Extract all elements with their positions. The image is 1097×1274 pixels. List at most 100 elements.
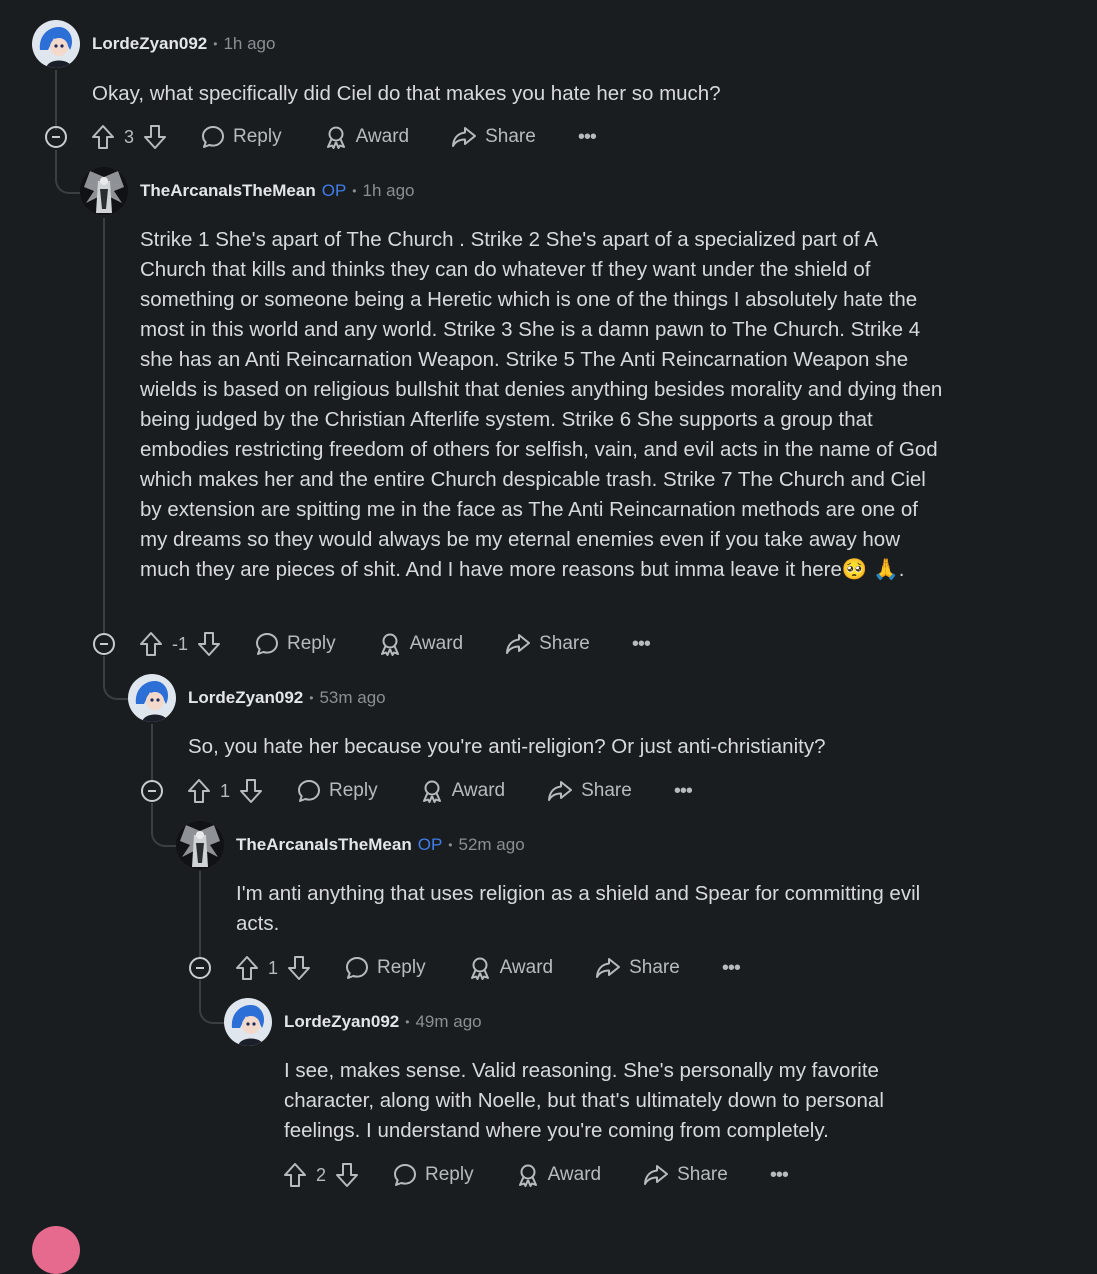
separator-dot: •	[309, 691, 314, 705]
separator-dot: •	[352, 184, 357, 198]
more-icon[interactable]: •••	[770, 1164, 789, 1187]
praying-emoji: 🙏	[873, 558, 899, 581]
award-icon	[468, 956, 492, 980]
upvote-icon[interactable]	[283, 1162, 307, 1188]
comment-thread: LordeZyan092 • 1h ago Okay, what specifi…	[0, 0, 1097, 1274]
reply-icon	[393, 1163, 417, 1187]
comment-text: Strike 1 She's apart of The Church . Str…	[140, 228, 943, 581]
upvote-icon[interactable]	[235, 955, 259, 981]
reply-button[interactable]: Reply	[255, 632, 336, 656]
award-label: Award	[547, 1164, 602, 1185]
reply-label: Reply	[287, 633, 336, 654]
comment-actions: 2 Reply Award Share •••	[283, 1160, 789, 1190]
share-button[interactable]: Share	[547, 779, 632, 803]
downvote-icon[interactable]	[287, 955, 311, 981]
username[interactable]: LordeZyan092	[284, 1012, 399, 1032]
collapse-icon[interactable]	[93, 633, 115, 655]
more-icon[interactable]: •••	[674, 780, 693, 803]
avatar[interactable]	[224, 998, 272, 1046]
thread-line	[103, 218, 105, 634]
username[interactable]: TheArcanaIsTheMean	[140, 181, 316, 201]
thread-line	[151, 724, 153, 782]
thread-elbow	[199, 980, 227, 1024]
award-button[interactable]: Award	[324, 125, 410, 149]
collapse-icon[interactable]	[189, 957, 211, 979]
comment-actions: 3 Reply Award Share •••	[91, 122, 597, 152]
share-button[interactable]: Share	[451, 125, 536, 149]
vote-score: 3	[124, 126, 135, 147]
username[interactable]: LordeZyan092	[188, 688, 303, 708]
comment-body: I'm anti anything that uses religion as …	[236, 882, 921, 935]
award-label: Award	[451, 780, 506, 801]
award-button[interactable]: Award	[420, 779, 506, 803]
share-button[interactable]: Share	[643, 1163, 728, 1187]
username[interactable]: TheArcanaIsTheMean	[236, 835, 412, 855]
avatar[interactable]	[32, 20, 80, 68]
comment-header: TheArcanaIsTheMean OP • 52m ago	[176, 821, 525, 869]
downvote-icon[interactable]	[335, 1162, 359, 1188]
share-label: Share	[539, 633, 590, 654]
reply-label: Reply	[377, 957, 426, 978]
vote-score: 1	[268, 957, 279, 978]
separator-dot: •	[448, 838, 453, 852]
timestamp[interactable]: 1h ago	[223, 34, 275, 54]
timestamp[interactable]: 53m ago	[319, 688, 385, 708]
comment-actions: 1 Reply Award Share •••	[235, 953, 741, 983]
username[interactable]: LordeZyan092	[92, 34, 207, 54]
downvote-icon[interactable]	[143, 124, 167, 150]
award-button[interactable]: Award	[378, 632, 464, 656]
avatar[interactable]	[176, 821, 224, 869]
collapse-icon[interactable]	[45, 126, 67, 148]
award-icon	[378, 632, 402, 656]
avatar[interactable]	[32, 1226, 80, 1274]
share-icon	[595, 956, 621, 980]
award-label: Award	[409, 633, 464, 654]
reply-label: Reply	[233, 126, 282, 147]
thread-line	[199, 871, 201, 959]
more-icon[interactable]: •••	[632, 633, 651, 656]
timestamp[interactable]: 49m ago	[415, 1012, 481, 1032]
comment-header: LordeZyan092 • 49m ago	[224, 998, 482, 1046]
reply-icon	[345, 956, 369, 980]
vote-score: 1	[220, 780, 231, 801]
upvote-icon[interactable]	[187, 778, 211, 804]
reply-icon	[201, 125, 225, 149]
vote-group: 3	[91, 124, 167, 150]
award-icon	[324, 125, 348, 149]
upvote-icon[interactable]	[139, 631, 163, 657]
avatar[interactable]	[128, 674, 176, 722]
collapse-icon[interactable]	[141, 780, 163, 802]
downvote-icon[interactable]	[239, 778, 263, 804]
award-button[interactable]: Award	[468, 956, 553, 980]
share-button[interactable]: Share	[505, 632, 590, 656]
reply-button[interactable]: Reply	[393, 1163, 474, 1187]
share-label: Share	[485, 126, 536, 147]
reply-button[interactable]: Reply	[297, 779, 378, 803]
reply-button[interactable]: Reply	[201, 125, 282, 149]
comment-header: TheArcanaIsTheMean OP • 1h ago	[80, 167, 415, 215]
reply-button[interactable]: Reply	[345, 956, 426, 980]
downvote-icon[interactable]	[197, 631, 221, 657]
award-button[interactable]: Award	[516, 1163, 602, 1187]
comment-body: So, you hate her because you're anti-rel…	[188, 735, 826, 758]
upvote-icon[interactable]	[91, 124, 115, 150]
comment-actions: 1 Reply Award Share •••	[187, 776, 693, 806]
reply-label: Reply	[329, 780, 378, 801]
comment-header: LordeZyan092 • 1h ago	[32, 20, 275, 68]
more-icon[interactable]: •••	[578, 126, 597, 149]
share-label: Share	[581, 780, 632, 801]
avatar[interactable]	[80, 167, 128, 215]
thread-elbow	[103, 656, 131, 700]
share-button[interactable]: Share	[595, 956, 680, 980]
reply-icon	[255, 632, 279, 656]
timestamp[interactable]: 52m ago	[459, 835, 525, 855]
more-icon[interactable]: •••	[722, 957, 741, 980]
timestamp[interactable]: 1h ago	[363, 181, 415, 201]
reply-label: Reply	[425, 1164, 474, 1185]
share-icon	[451, 125, 477, 149]
award-label: Award	[355, 126, 410, 147]
vote-group: 2	[283, 1162, 359, 1188]
thread-elbow	[151, 803, 179, 847]
pleading-emoji: 🥺	[841, 558, 868, 581]
comment-text-end: .	[898, 558, 905, 581]
